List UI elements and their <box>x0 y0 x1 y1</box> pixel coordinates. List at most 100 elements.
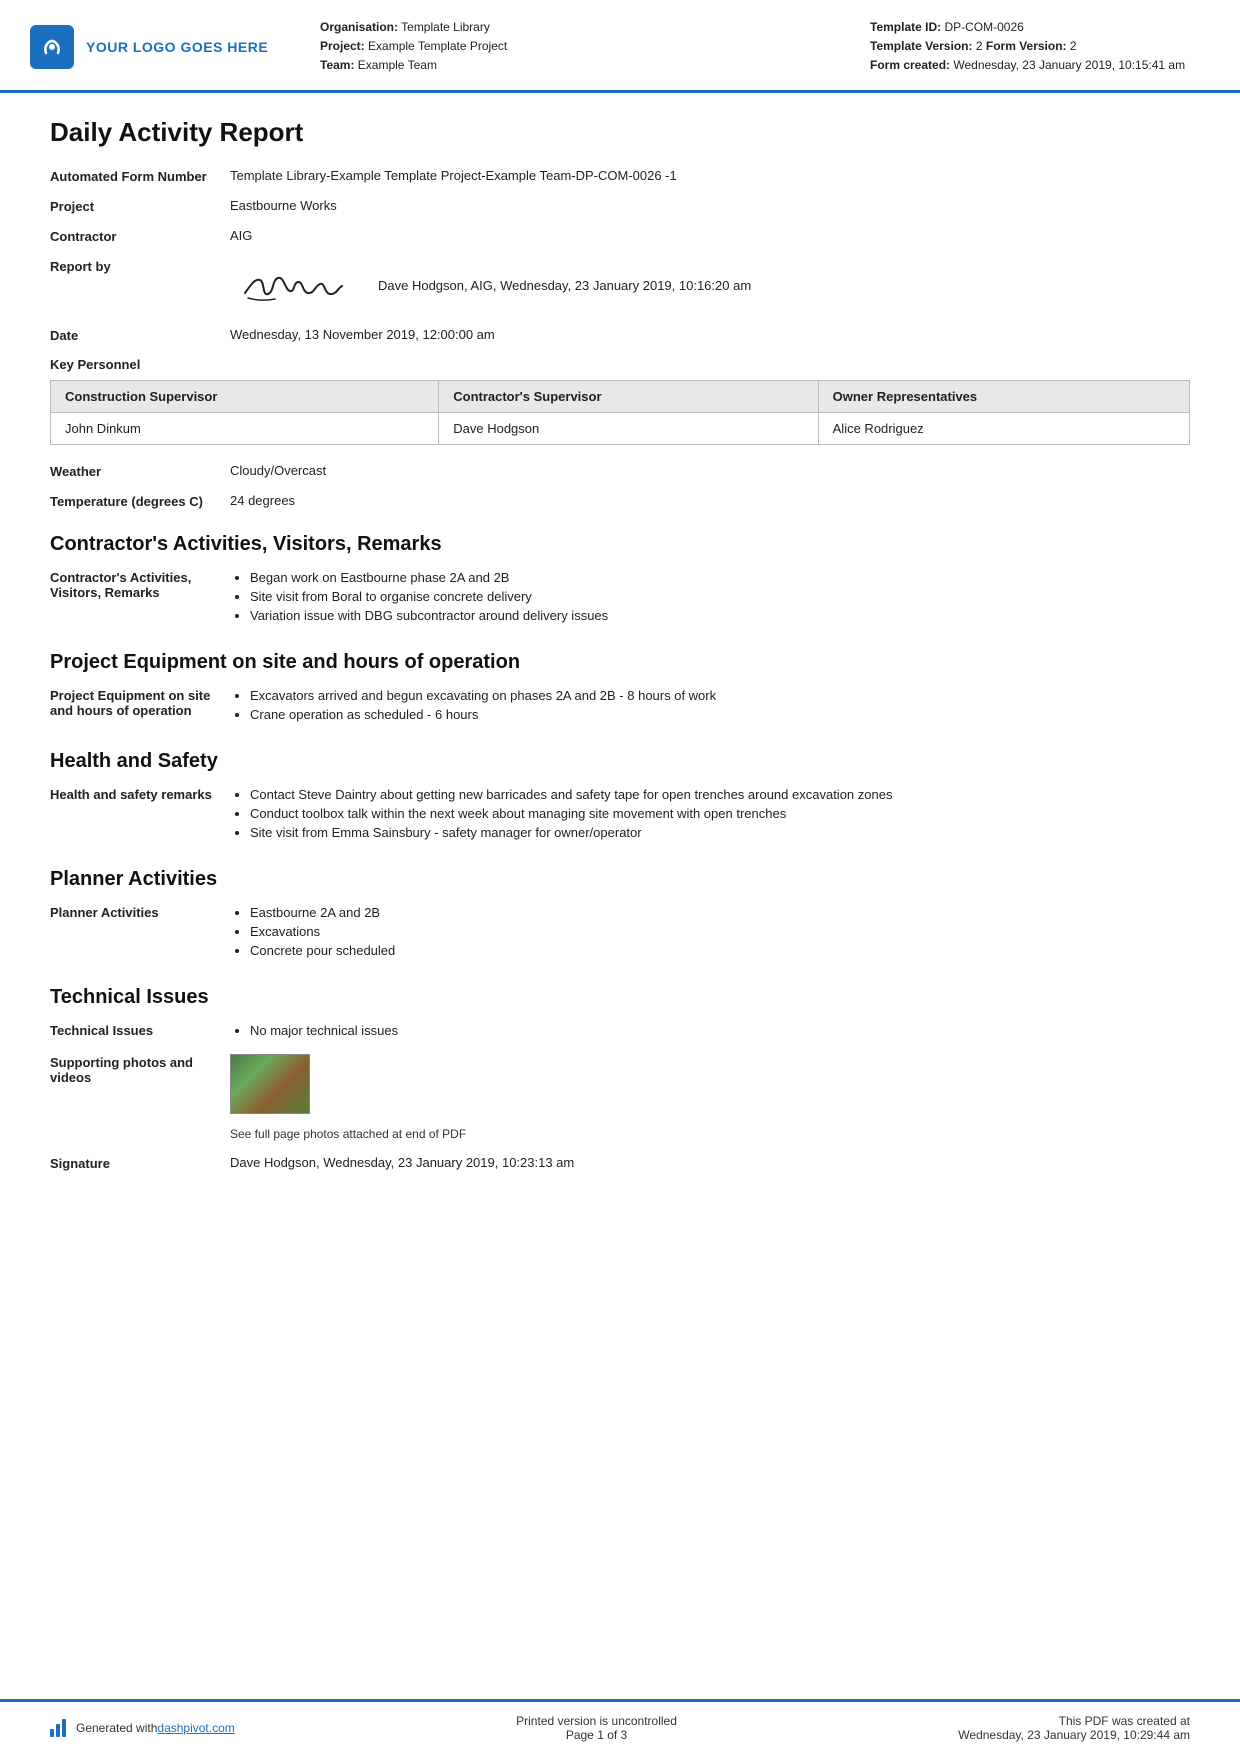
date-value: Wednesday, 13 November 2019, 12:00:00 am <box>230 327 1190 342</box>
list-item: Conduct toolbox talk within the next wee… <box>250 806 1190 821</box>
report-by-row: Report by Dave Hodgson, AIG, Wednesday, … <box>50 258 1190 313</box>
contractor-row: Contractor AIG <box>50 228 1190 244</box>
project-label: Project: <box>320 39 365 53</box>
org-row: Organisation: Template Library <box>320 18 870 37</box>
form-created-value: Wednesday, 23 January 2019, 10:15:41 am <box>953 58 1185 72</box>
footer-left: Generated with dashpivot.com <box>50 1719 235 1737</box>
project-field-label: Project <box>50 198 230 214</box>
equipment-label: Project Equipment on site and hours of o… <box>50 688 230 718</box>
footer-uncontrolled: Printed version is uncontrolled <box>516 1714 677 1728</box>
date-row: Date Wednesday, 13 November 2019, 12:00:… <box>50 327 1190 343</box>
footer: Generated with dashpivot.com Printed ver… <box>0 1699 1240 1754</box>
report-by-label: Report by <box>50 258 230 274</box>
technical-label: Technical Issues <box>50 1023 230 1038</box>
form-created-row: Form created: Wednesday, 23 January 2019… <box>870 56 1210 75</box>
list-item: Site visit from Boral to organise concre… <box>250 589 1190 604</box>
logo-text: YOUR LOGO GOES HERE <box>86 39 268 55</box>
template-version-value: 2 <box>976 39 983 53</box>
health-safety-section-title: Health and Safety <box>50 750 1190 773</box>
contractors-list: Began work on Eastbourne phase 2A and 2B… <box>230 570 1190 627</box>
project-value: Example Template Project <box>368 39 507 53</box>
footer-generated-text: Generated with <box>76 1721 157 1735</box>
bar-2 <box>56 1724 60 1737</box>
signature-row: Signature Dave Hodgson, Wednesday, 23 Ja… <box>50 1155 1190 1171</box>
form-created-label: Form created: <box>870 58 950 72</box>
equipment-section-title: Project Equipment on site and hours of o… <box>50 651 1190 674</box>
bar-3 <box>62 1719 66 1737</box>
planner-label: Planner Activities <box>50 905 230 920</box>
weather-value: Cloudy/Overcast <box>230 463 1190 478</box>
personnel-cell-1: John Dinkum <box>51 412 439 444</box>
list-item: Crane operation as scheduled - 6 hours <box>250 707 1190 722</box>
footer-bars-icon <box>50 1719 68 1737</box>
temperature-value: 24 degrees <box>230 493 1190 508</box>
signature-label: Signature <box>50 1155 230 1171</box>
header: YOUR LOGO GOES HERE Organisation: Templa… <box>0 0 1240 93</box>
weather-row: Weather Cloudy/Overcast <box>50 463 1190 479</box>
form-version-value: 2 <box>1070 39 1077 53</box>
personnel-cell-2: Dave Hodgson <box>439 412 818 444</box>
automated-form-label: Automated Form Number <box>50 168 230 184</box>
logo-icon <box>30 25 74 69</box>
footer-right-date: Wednesday, 23 January 2019, 10:29:44 am <box>958 1728 1190 1742</box>
technical-bullet-row: Technical Issues No major technical issu… <box>50 1023 1190 1042</box>
equipment-list: Excavators arrived and begun excavating … <box>230 688 1190 726</box>
page: YOUR LOGO GOES HERE Organisation: Templa… <box>0 0 1240 1754</box>
contractors-label: Contractor's Activities, Visitors, Remar… <box>50 570 230 600</box>
main-content: Daily Activity Report Automated Form Num… <box>0 93 1240 1699</box>
date-label: Date <box>50 327 230 343</box>
automated-form-value: Template Library-Example Template Projec… <box>230 168 1190 183</box>
list-item: No major technical issues <box>250 1023 1190 1038</box>
col-contractors-supervisor: Contractor's Supervisor <box>439 380 818 412</box>
list-item: Eastbourne 2A and 2B <box>250 905 1190 920</box>
header-meta-right: Template ID: DP-COM-0026 Template Versio… <box>870 18 1210 76</box>
planner-section-title: Planner Activities <box>50 868 1190 891</box>
signature-value: Dave Hodgson, Wednesday, 23 January 2019… <box>230 1155 1190 1170</box>
project-field-value: Eastbourne Works <box>230 198 1190 213</box>
photo-caption: See full page photos attached at end of … <box>230 1127 1190 1141</box>
weather-label: Weather <box>50 463 230 479</box>
contractor-field-value: AIG <box>230 228 1190 243</box>
supporting-photos-label: Supporting photos and videos <box>50 1054 230 1085</box>
bar-1 <box>50 1729 54 1737</box>
project-row: Project: Example Template Project <box>320 37 870 56</box>
list-item: Excavations <box>250 924 1190 939</box>
supporting-photos-value: See full page photos attached at end of … <box>230 1054 1190 1141</box>
automated-form-row: Automated Form Number Template Library-E… <box>50 168 1190 184</box>
health-safety-label: Health and safety remarks <box>50 787 230 802</box>
footer-right-text: This PDF was created at <box>958 1714 1190 1728</box>
health-safety-list: Contact Steve Daintry about getting new … <box>230 787 1190 844</box>
photo-thumbnail <box>230 1054 310 1114</box>
team-row: Team: Example Team <box>320 56 870 75</box>
equipment-bullet-row: Project Equipment on site and hours of o… <box>50 688 1190 726</box>
table-row: John Dinkum Dave Hodgson Alice Rodriguez <box>51 412 1190 444</box>
signature-area: Dave Hodgson, AIG, Wednesday, 23 January… <box>230 258 1190 313</box>
health-safety-bullet-row: Health and safety remarks Contact Steve … <box>50 787 1190 844</box>
template-version-label: Template Version: <box>870 39 972 53</box>
template-id-row: Template ID: DP-COM-0026 <box>870 18 1210 37</box>
footer-page: Page 1 of 3 <box>516 1728 677 1742</box>
technical-section-title: Technical Issues <box>50 986 1190 1009</box>
personnel-cell-3: Alice Rodriguez <box>818 412 1189 444</box>
report-title: Daily Activity Report <box>50 117 1190 148</box>
form-version-label: Form Version: <box>986 39 1067 53</box>
org-value: Template Library <box>401 20 490 34</box>
temperature-row: Temperature (degrees C) 24 degrees <box>50 493 1190 509</box>
col-construction-supervisor: Construction Supervisor <box>51 380 439 412</box>
key-personnel-section: Key Personnel Construction Supervisor Co… <box>50 357 1190 445</box>
team-label: Team: <box>320 58 354 72</box>
list-item: Site visit from Emma Sainsbury - safety … <box>250 825 1190 840</box>
planner-bullet-row: Planner Activities Eastbourne 2A and 2B … <box>50 905 1190 962</box>
list-item: Contact Steve Daintry about getting new … <box>250 787 1190 802</box>
footer-site-link[interactable]: dashpivot.com <box>157 1721 234 1735</box>
template-id-value: DP-COM-0026 <box>944 20 1023 34</box>
list-item: Excavators arrived and begun excavating … <box>250 688 1190 703</box>
header-meta-left: Organisation: Template Library Project: … <box>290 18 870 76</box>
template-id-label: Template ID: <box>870 20 941 34</box>
report-by-person: Dave Hodgson, AIG, Wednesday, 23 January… <box>378 278 751 293</box>
signature-image <box>230 258 360 313</box>
supporting-photos-row: Supporting photos and videos See full pa… <box>50 1054 1190 1141</box>
footer-center: Printed version is uncontrolled Page 1 o… <box>516 1714 677 1742</box>
logo-area: YOUR LOGO GOES HERE <box>30 18 290 76</box>
personnel-table: Construction Supervisor Contractor's Sup… <box>50 380 1190 445</box>
